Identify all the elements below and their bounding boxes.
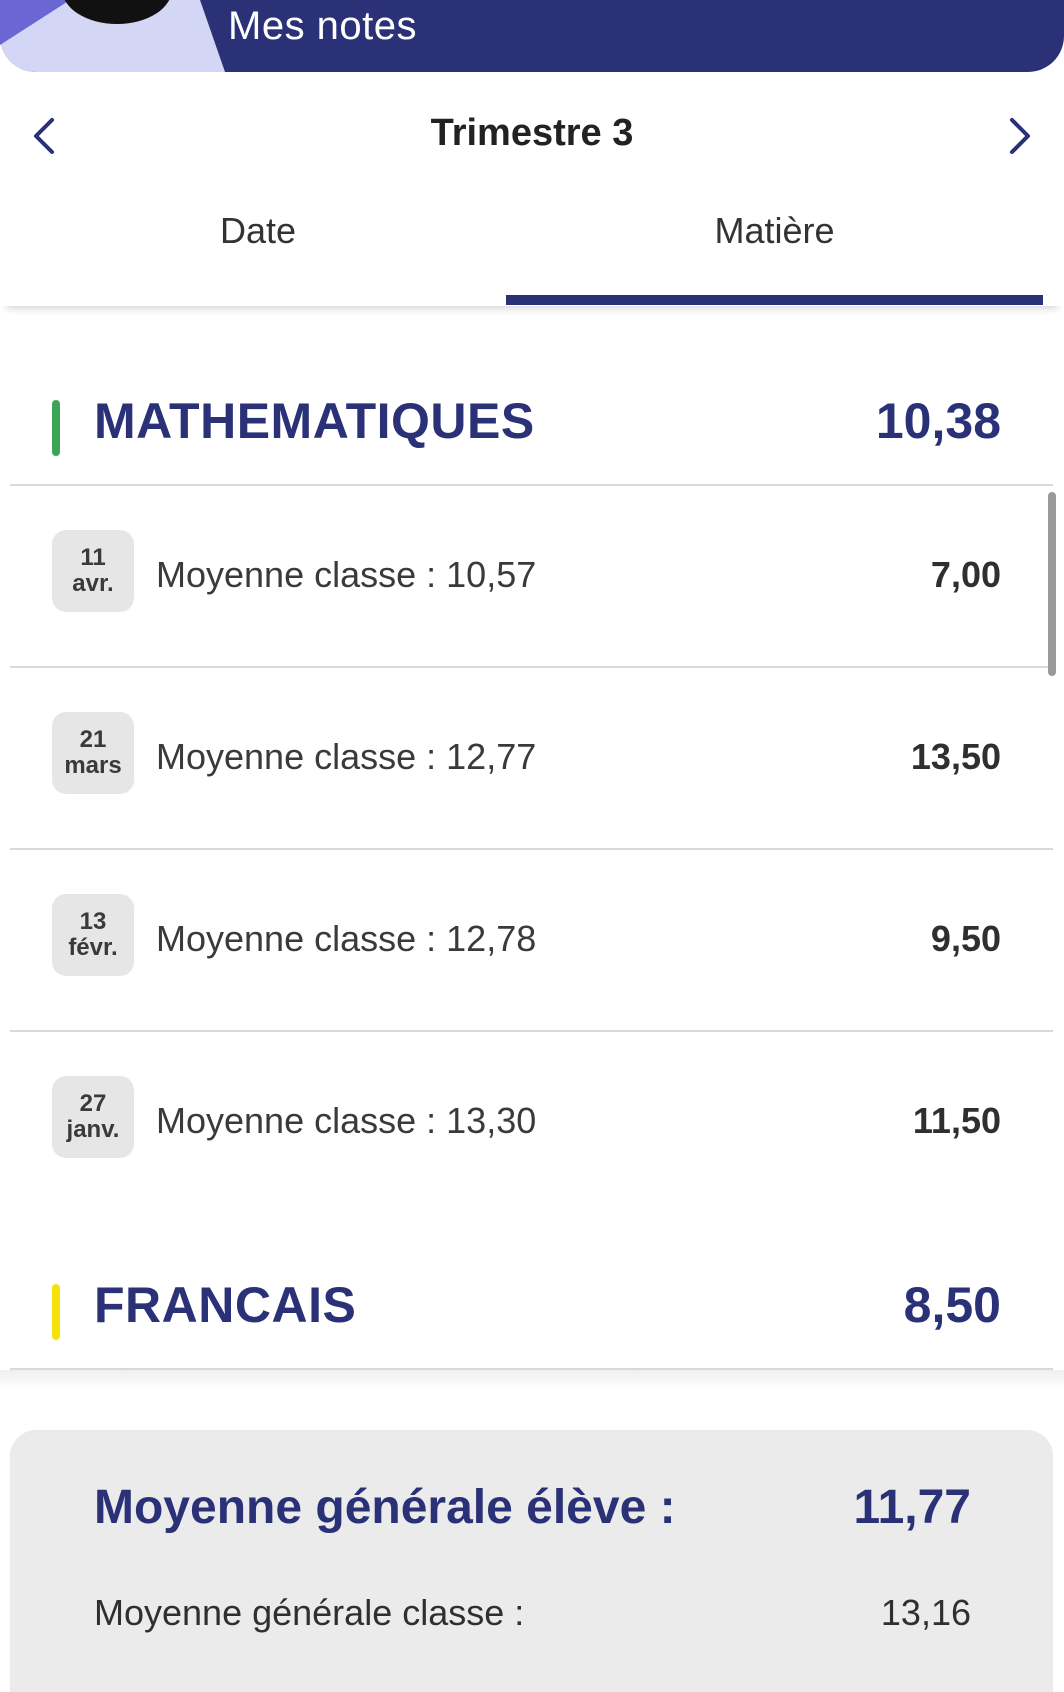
view-tabs: Date Matière bbox=[0, 200, 1064, 306]
class-average-value: 13,16 bbox=[880, 1592, 971, 1633]
grade-value: 7,00 bbox=[930, 554, 1001, 595]
subject-color-bar bbox=[52, 1284, 60, 1340]
class-average-label: Moyenne classe : 10,57 bbox=[156, 554, 537, 595]
class-average-label: Moyenne générale classe : bbox=[94, 1592, 525, 1633]
date-day: 11 bbox=[80, 543, 106, 571]
date-month: mars bbox=[64, 752, 122, 779]
date-badge: 21 mars bbox=[52, 712, 134, 794]
class-average-label: Moyenne classe : 12,77 bbox=[156, 736, 537, 777]
class-average-label: Moyenne classe : 13,30 bbox=[156, 1100, 537, 1141]
chevron-right-icon bbox=[1010, 118, 1030, 154]
tab-date[interactable]: Date bbox=[10, 200, 506, 306]
date-badge: 27 janv. bbox=[52, 1076, 134, 1158]
class-average-label: Moyenne classe : 12,78 bbox=[156, 918, 537, 959]
scrollbar[interactable] bbox=[1048, 492, 1056, 676]
date-month: janv. bbox=[66, 1116, 120, 1143]
list-bottom-fade bbox=[0, 1370, 1064, 1390]
general-average-summary: Moyenne générale élève : 11,77 Moyenne g… bbox=[10, 1430, 1053, 1692]
page-title: Mes notes bbox=[228, 4, 418, 48]
grade-row[interactable]: 13 févr. Moyenne classe : 12,78 9,50 bbox=[10, 850, 1053, 1030]
subject-name: FRANCAIS bbox=[94, 1277, 357, 1333]
subject-header-mathematiques[interactable]: MATHEMATIQUES 10,38 bbox=[10, 360, 1053, 460]
term-navigation: Trimestre 3 bbox=[0, 100, 1064, 172]
date-day: 13 bbox=[79, 907, 107, 935]
grade-row[interactable]: 21 mars Moyenne classe : 12,77 13,50 bbox=[10, 668, 1053, 848]
tab-matiere[interactable]: Matière bbox=[506, 200, 1043, 306]
student-average-label: Moyenne générale élève : bbox=[94, 1481, 676, 1534]
date-day: 21 bbox=[79, 725, 107, 753]
date-month: avr. bbox=[72, 570, 114, 597]
term-title: Trimestre 3 bbox=[430, 112, 634, 154]
app-header: Mes notes bbox=[0, 0, 1064, 72]
subject-header-francais[interactable]: FRANCAIS 8,50 bbox=[10, 1244, 1053, 1344]
date-badge: 11 avr. bbox=[52, 530, 134, 612]
date-day: 27 bbox=[79, 1089, 107, 1117]
grade-value: 9,50 bbox=[930, 918, 1001, 959]
next-term-button[interactable] bbox=[1000, 112, 1040, 160]
subject-color-bar bbox=[52, 400, 60, 456]
grade-row[interactable]: 27 janv. Moyenne classe : 13,30 11,50 bbox=[10, 1032, 1053, 1212]
subject-name: MATHEMATIQUES bbox=[94, 393, 535, 449]
date-badge: 13 févr. bbox=[52, 894, 134, 976]
subject-average: 8,50 bbox=[903, 1277, 1001, 1333]
subject-average: 10,38 bbox=[875, 393, 1001, 449]
student-average-value: 11,77 bbox=[853, 1481, 971, 1534]
date-month: févr. bbox=[68, 934, 118, 961]
grade-row[interactable]: 11 avr. Moyenne classe : 10,57 7,00 bbox=[10, 486, 1053, 666]
active-tab-indicator bbox=[506, 295, 1043, 305]
grade-value: 13,50 bbox=[910, 736, 1001, 777]
grade-value: 11,50 bbox=[912, 1100, 1001, 1141]
